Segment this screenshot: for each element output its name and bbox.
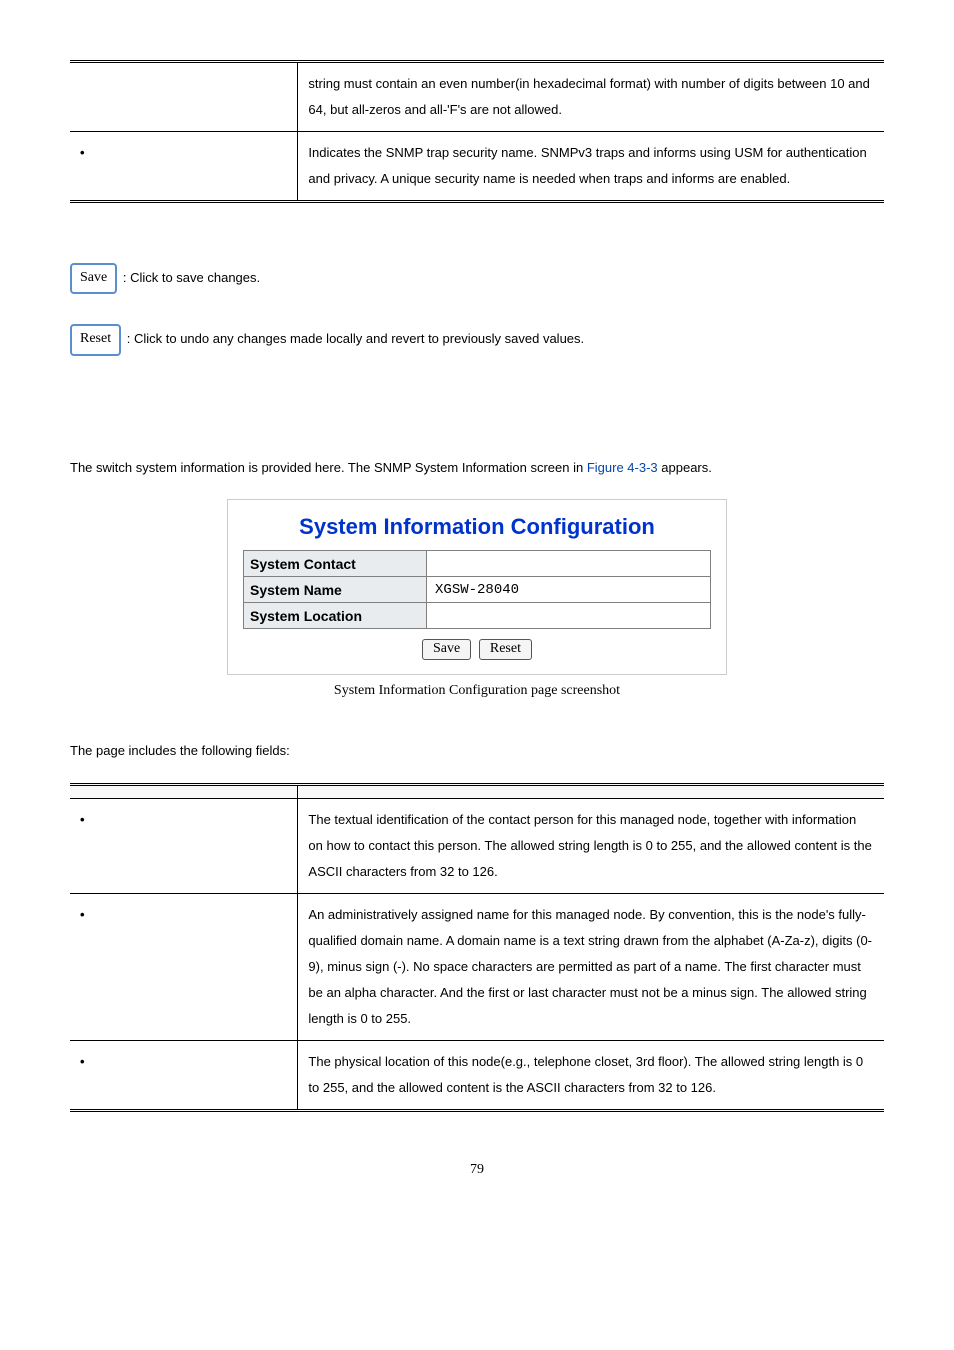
system-info-config-figure: System Information Configuration System … — [227, 499, 727, 675]
system-contact-input[interactable] — [433, 555, 704, 573]
system-name-cell — [427, 577, 711, 603]
reset-button-desc: : Click to undo any changes made locally… — [127, 332, 584, 347]
system-location-label: System Location — [244, 603, 427, 629]
system-name-input[interactable] — [433, 581, 704, 599]
config-form-table: System Contact System Name System Locati… — [243, 550, 711, 629]
top-row1-object — [70, 62, 298, 132]
fields-header-object — [70, 784, 298, 798]
figure-caption: System Information Configuration page sc… — [70, 683, 884, 699]
save-button-image: Save — [70, 263, 117, 294]
intro-text-suffix: appears. — [661, 460, 712, 475]
system-contact-cell — [427, 551, 711, 577]
system-name-label: System Name — [244, 577, 427, 603]
fields-intro-text: The page includes the following fields: — [70, 739, 884, 762]
reset-button-image: Reset — [70, 324, 121, 355]
save-button-desc: : Click to save changes. — [123, 270, 260, 285]
field-row1-description: The textual identification of the contac… — [298, 798, 884, 893]
fields-table: • The textual identification of the cont… — [70, 783, 884, 1112]
field-row3-description: The physical location of this node(e.g.,… — [298, 1040, 884, 1110]
top-row2-description: Indicates the SNMP trap security name. S… — [298, 132, 884, 202]
system-contact-label: System Contact — [244, 551, 427, 577]
figure-title: System Information Configuration — [243, 514, 711, 540]
system-location-input[interactable] — [433, 607, 704, 625]
top-row1-description: string must contain an even number(in he… — [298, 62, 884, 132]
top-parameter-table: string must contain an even number(in he… — [70, 60, 884, 203]
system-location-cell — [427, 603, 711, 629]
figure-reset-button[interactable]: Reset — [479, 639, 532, 660]
top-row2-object: • — [70, 132, 298, 202]
field-row2-description: An administratively assigned name for th… — [298, 893, 884, 1040]
field-row3-object: • — [70, 1040, 298, 1110]
figure-save-button[interactable]: Save — [422, 639, 471, 660]
intro-text-prefix: The switch system information is provide… — [70, 460, 587, 475]
fields-header-description — [298, 784, 884, 798]
field-row1-object: • — [70, 798, 298, 893]
field-row2-object: • — [70, 893, 298, 1040]
page-number: 79 — [70, 1162, 884, 1178]
figure-reference-link[interactable]: Figure 4-3-3 — [587, 460, 658, 475]
